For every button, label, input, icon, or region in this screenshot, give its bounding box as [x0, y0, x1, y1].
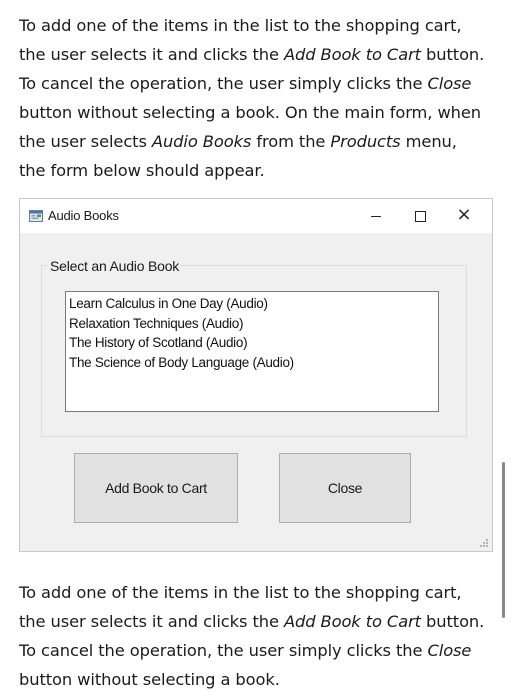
intro-line-4: button without selecting a book. On the … — [19, 103, 482, 122]
outro-paragraph: To add one of the items in the list to t… — [19, 578, 499, 694]
intro-products-ref: Products — [330, 132, 401, 151]
intro-paragraph: To add one of the items in the list to t… — [19, 11, 499, 185]
intro-line-3: To cancel the operation, the user simply… — [19, 69, 499, 98]
outro-line-1: To add one of the items in the list to t… — [19, 583, 462, 602]
intro-line-6: the form below should appear. — [19, 161, 265, 180]
intro-close-ref: Close — [427, 74, 472, 93]
intro-line-2-end: button. — [420, 45, 485, 64]
intro-line-5: the user selects Audio Books from the Pr… — [19, 127, 499, 156]
maximize-button[interactable] — [400, 199, 440, 233]
close-icon: × — [456, 204, 472, 225]
form-app-icon — [29, 210, 43, 222]
outro-add-book-ref: Add Book to Cart — [283, 612, 421, 631]
minimize-icon — [371, 216, 381, 217]
outro-line-4: button without selecting a book. — [19, 670, 280, 689]
outro-line-2: the user selects it and clicks the Add B… — [19, 607, 499, 636]
intro-line-5-mid: from the — [251, 132, 331, 151]
audio-books-window: Audio Books × Select an Audio Book Learn… — [19, 198, 493, 552]
intro-audio-books-ref: Audio Books — [151, 132, 252, 151]
outro-line-3: To cancel the operation, the user simply… — [19, 636, 499, 665]
window-titlebar[interactable]: Audio Books × — [20, 199, 492, 233]
intro-add-book-ref: Add Book to Cart — [283, 45, 421, 64]
list-item[interactable]: The Science of Body Language (Audio) — [69, 353, 435, 373]
outro-close-ref: Close — [427, 641, 472, 660]
page-scrollbar[interactable] — [502, 462, 505, 618]
outro-line-2-end: button. — [420, 612, 485, 631]
window-close-button[interactable]: × — [444, 199, 484, 233]
intro-line-2-text: the user selects it and clicks the — [19, 45, 284, 64]
outro-line-3-text: To cancel the operation, the user simply… — [19, 641, 428, 660]
window-title: Audio Books — [48, 208, 119, 223]
intro-line-2: the user selects it and clicks the Add B… — [19, 40, 499, 69]
list-item[interactable]: The History of Scotland (Audio) — [69, 333, 435, 353]
intro-line-1: To add one of the items in the list to t… — [19, 16, 462, 35]
list-item[interactable]: Learn Calculus in One Day (Audio) — [69, 294, 435, 314]
groupbox-label: Select an Audio Book — [48, 258, 182, 274]
intro-line-5-text: the user selects — [19, 132, 152, 151]
resize-grip-icon[interactable] — [479, 538, 489, 548]
close-button[interactable]: Close — [279, 453, 411, 523]
intro-line-5-end: menu, — [400, 132, 457, 151]
audio-books-listbox[interactable]: Learn Calculus in One Day (Audio) Relaxa… — [65, 291, 439, 412]
add-book-to-cart-button[interactable]: Add Book to Cart — [74, 453, 238, 523]
minimize-button[interactable] — [356, 199, 396, 233]
intro-line-3-text: To cancel the operation, the user simply… — [19, 74, 428, 93]
maximize-icon — [415, 211, 426, 222]
list-item[interactable]: Relaxation Techniques (Audio) — [69, 314, 435, 334]
outro-line-2-text: the user selects it and clicks the — [19, 612, 284, 631]
